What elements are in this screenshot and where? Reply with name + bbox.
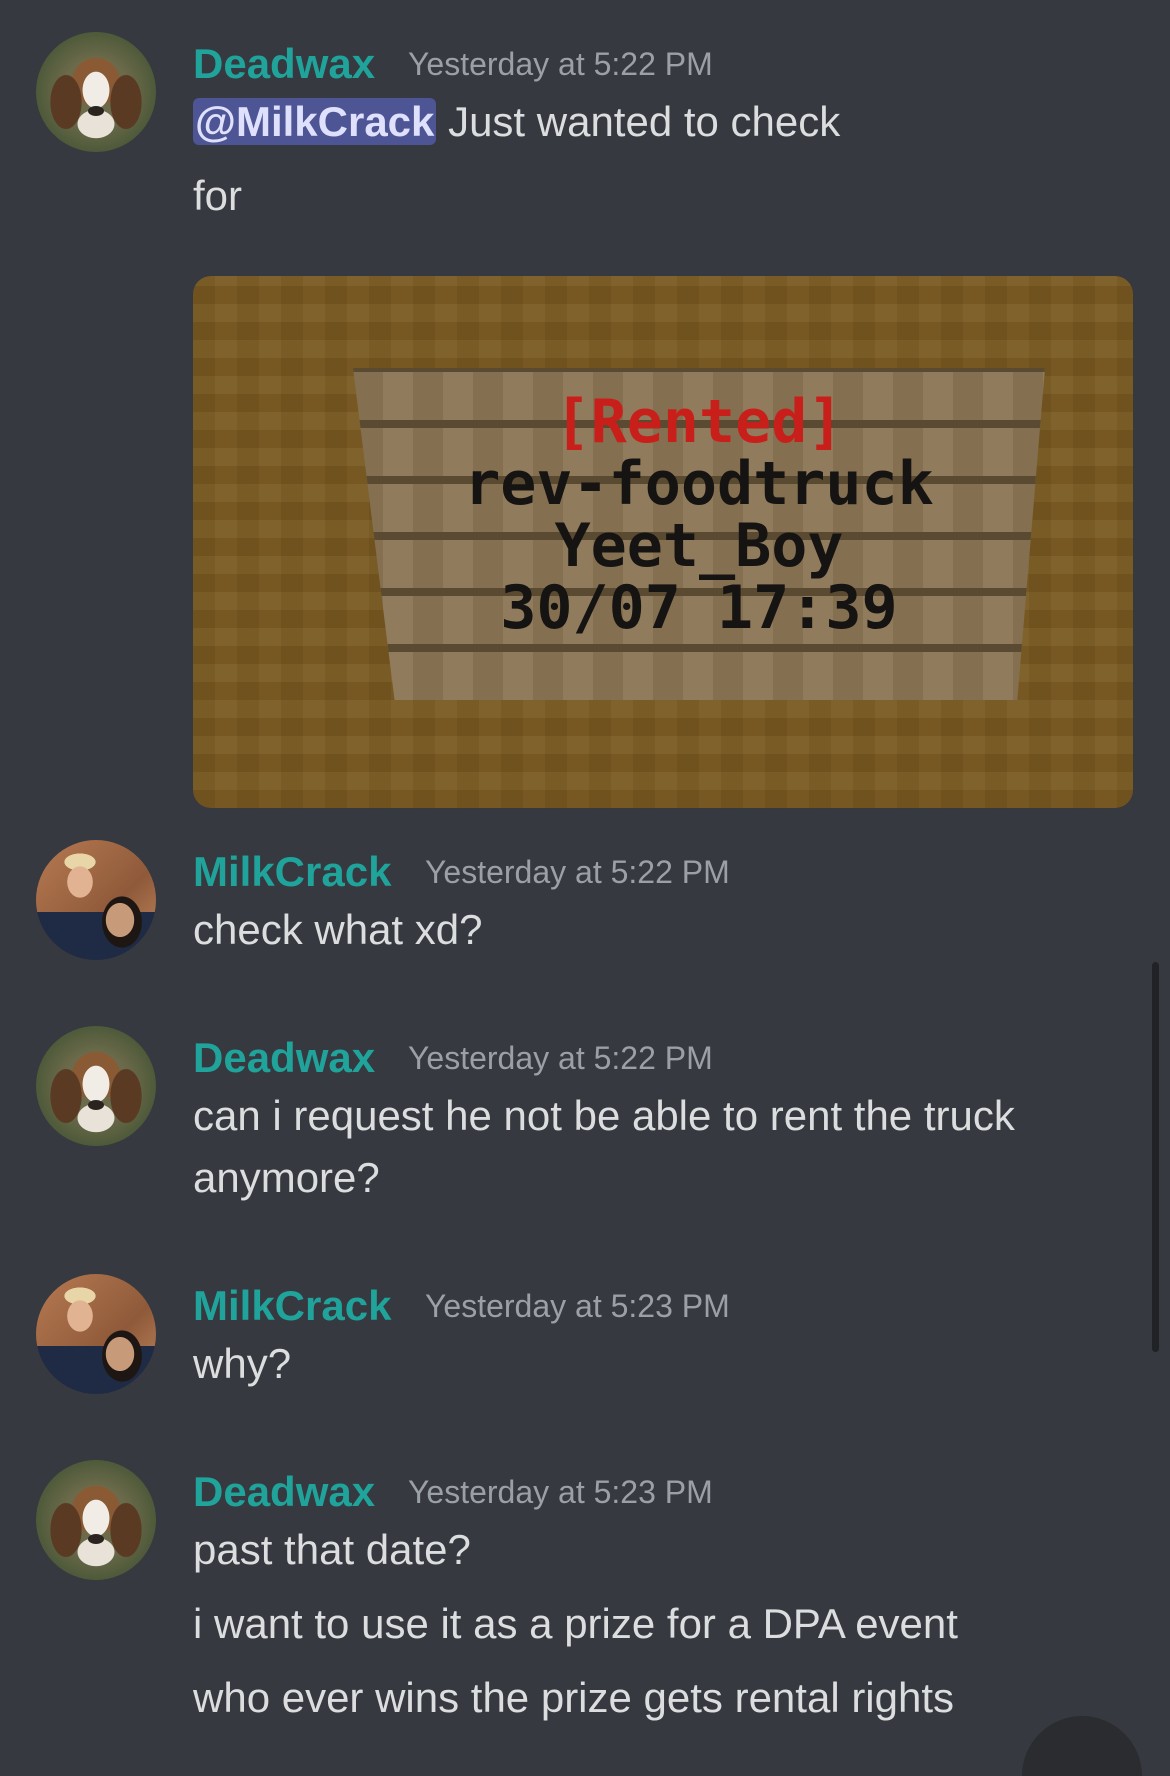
message-text: for: [193, 172, 243, 219]
avatar[interactable]: [36, 1026, 156, 1146]
message-timestamp: Yesterday at 5:23 PM: [425, 1288, 730, 1324]
avatar[interactable]: [36, 32, 156, 152]
message-text: past that date?: [193, 1526, 471, 1573]
message-timestamp: Yesterday at 5:22 PM: [408, 46, 713, 82]
message-text: anymore?: [193, 1154, 380, 1201]
jump-to-present-button[interactable]: [1022, 1716, 1142, 1776]
message-author[interactable]: MilkCrack: [193, 1278, 391, 1334]
message-text: @MilkCrack Just wanted to check: [193, 94, 840, 150]
sign-line-renter: Yeet_Boy: [554, 511, 844, 581]
message-author[interactable]: Deadwax: [193, 1030, 375, 1086]
avatar[interactable]: [36, 840, 156, 960]
sign-line-region: rev-foodtruck: [464, 449, 934, 519]
message-text: why?: [193, 1340, 292, 1387]
message-text: i want to use it as a prize for a DPA ev…: [193, 1600, 958, 1647]
message-author[interactable]: MilkCrack: [193, 844, 391, 900]
message-timestamp: Yesterday at 5:22 PM: [425, 854, 730, 890]
avatar[interactable]: [36, 1274, 156, 1394]
user-mention[interactable]: @MilkCrack: [193, 98, 437, 145]
sign-line-date: 30/07 17:39: [500, 573, 898, 643]
image-attachment[interactable]: [Rented] rev-foodtruck Yeet_Boy 30/07 17…: [193, 276, 1133, 808]
message-author[interactable]: Deadwax: [193, 36, 375, 92]
message-timestamp: Yesterday at 5:23 PM: [408, 1474, 713, 1510]
message-timestamp: Yesterday at 5:22 PM: [408, 1040, 713, 1076]
scrollbar[interactable]: [1152, 962, 1159, 1352]
message-text-segment: Just wanted to check: [448, 98, 841, 145]
sign-text: [Rented] rev-foodtruck Yeet_Boy 30/07 17…: [353, 391, 1045, 639]
sign-line-rented: [Rented]: [554, 387, 844, 457]
message-author[interactable]: Deadwax: [193, 1464, 375, 1520]
message-text: check what xd?: [193, 906, 483, 953]
message-text: who ever wins the prize gets rental righ…: [193, 1674, 955, 1721]
message-text: can i request he not be able to rent the…: [193, 1092, 1015, 1139]
avatar[interactable]: [36, 1460, 156, 1580]
